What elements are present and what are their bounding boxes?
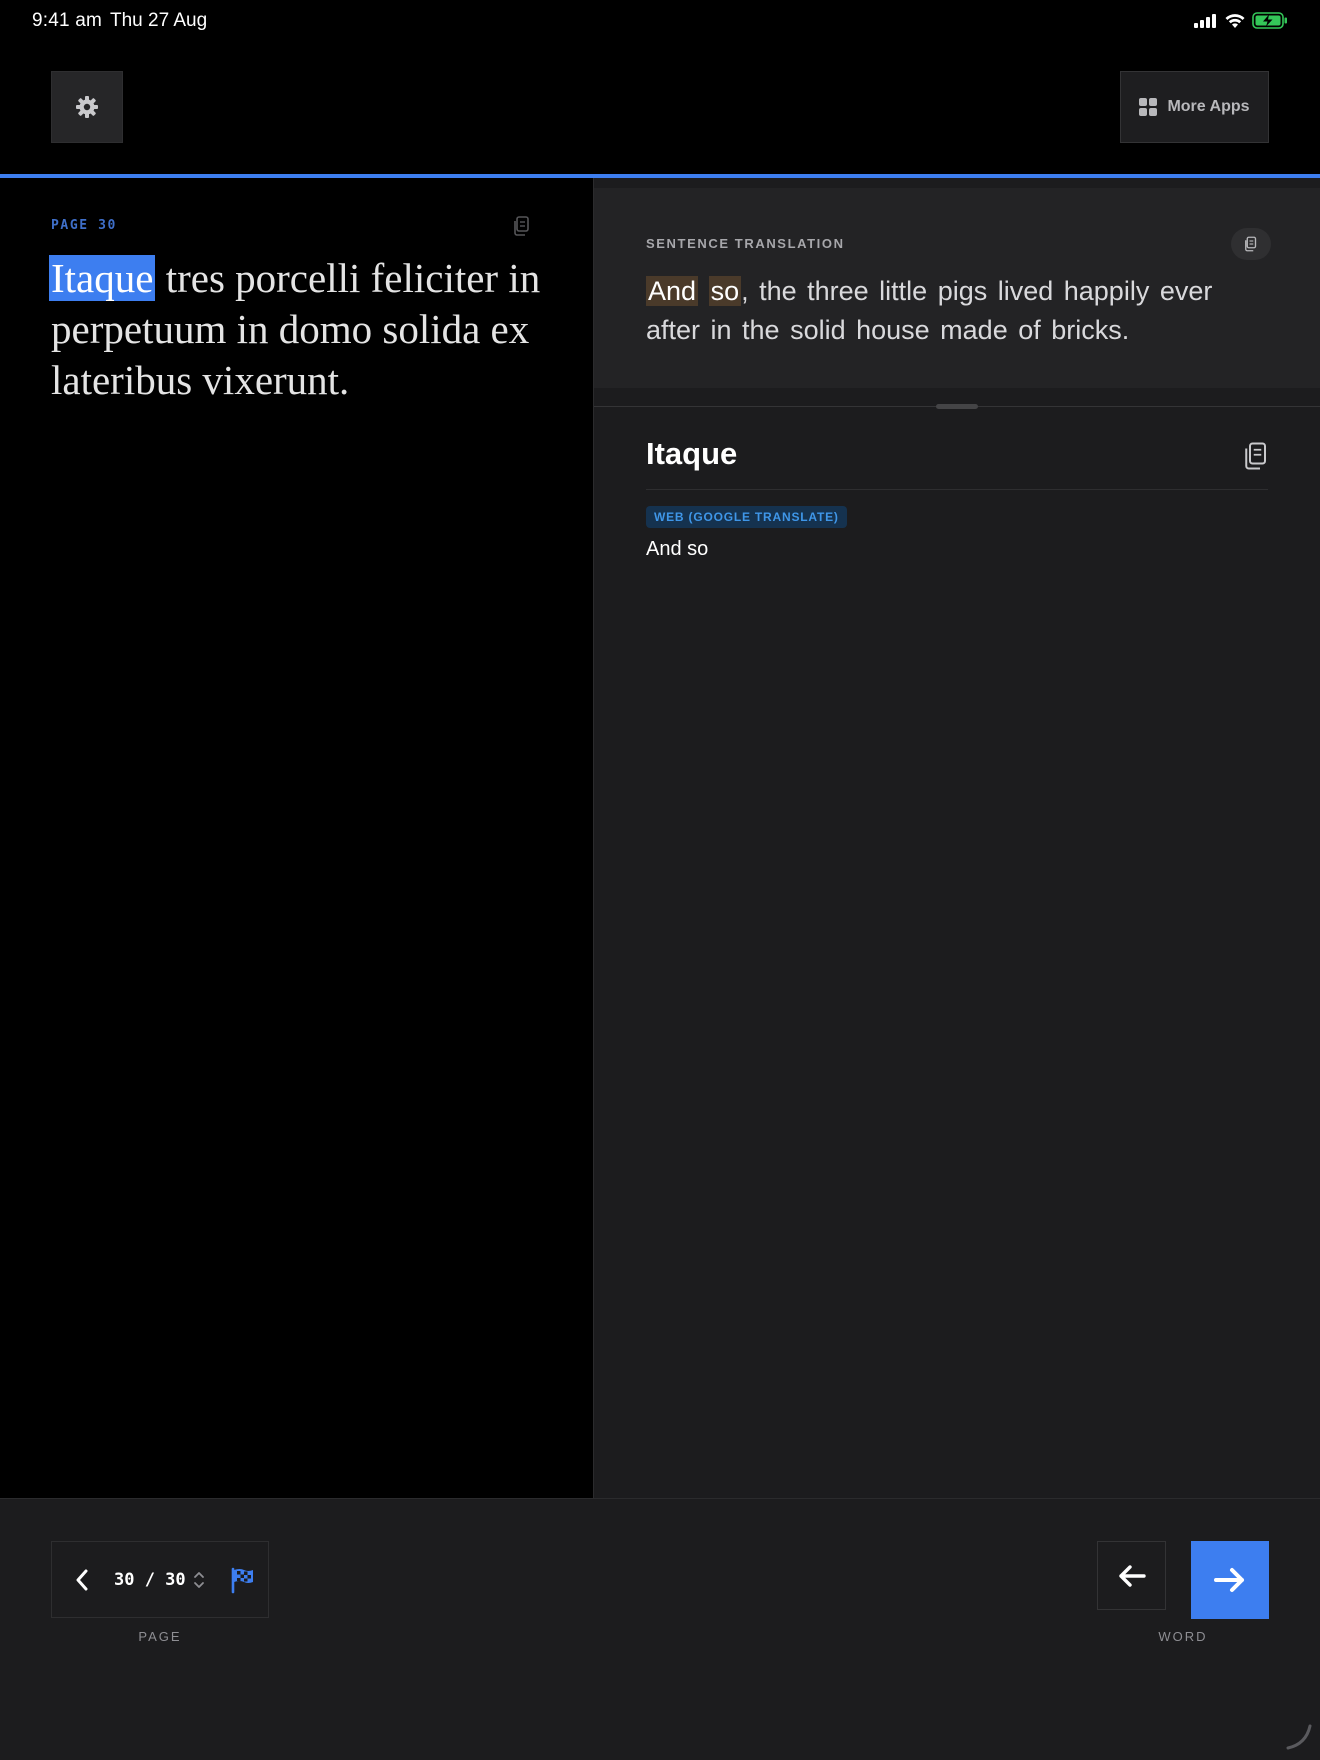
battery-charging-icon	[1252, 12, 1287, 29]
corner-indicator-icon	[1286, 1724, 1312, 1750]
bottom-bar: 30 / 30 PAGE WORD	[0, 1498, 1320, 1760]
settings-button[interactable]	[51, 71, 123, 143]
next-word-button[interactable]	[1191, 1541, 1269, 1619]
selected-word[interactable]: Itaque	[49, 255, 156, 301]
page-count[interactable]: 30 / 30	[114, 1570, 186, 1590]
chevron-left-icon	[76, 1569, 88, 1591]
grid-icon	[1139, 98, 1158, 116]
sentence-translation-text: And so, the three little pigs lived happ…	[646, 272, 1266, 350]
word-divider	[646, 489, 1268, 490]
word-meaning: And so	[646, 538, 709, 560]
more-apps-button[interactable]: More Apps	[1120, 71, 1269, 143]
highlighted-word: And	[646, 276, 699, 306]
sentence-translation-label: SENTENCE TRANSLATION	[646, 236, 845, 251]
gear-icon	[76, 96, 98, 118]
translation-pane: SENTENCE TRANSLATION And so, the three l…	[593, 178, 1320, 1498]
status-bar: 9:41 am Thu 27 Aug	[0, 0, 1320, 40]
top-toolbar: More Apps	[0, 40, 1320, 174]
status-time: 9:41 am	[32, 10, 103, 31]
sentence-copy-button[interactable]	[1231, 228, 1271, 260]
signal-icon	[1194, 13, 1216, 28]
source-pane: PAGE 30 Itaque tres porcelli feliciter i…	[0, 178, 593, 1498]
highlighted-word: so	[708, 276, 742, 306]
copy-icon[interactable]	[510, 214, 534, 238]
sentence-translation-panel: SENTENCE TRANSLATION And so, the three l…	[594, 188, 1320, 388]
more-apps-label: More Apps	[1167, 98, 1250, 115]
status-date: Thu 27 Aug	[110, 10, 208, 31]
arrow-right-icon	[1214, 1568, 1244, 1592]
previous-word-button[interactable]	[1097, 1541, 1166, 1610]
source-sentence[interactable]: Itaque tres porcelli feliciter in perpet…	[49, 253, 551, 406]
word-caption: WORD	[1158, 1629, 1208, 1644]
finish-flag-icon[interactable]	[228, 1566, 256, 1594]
copy-icon	[1245, 236, 1257, 252]
page-navigator: 30 / 30	[51, 1541, 269, 1618]
word-title: Itaque	[646, 436, 738, 471]
previous-page-button[interactable]	[68, 1564, 96, 1596]
page-caption: PAGE	[138, 1629, 182, 1644]
translation-source-badge: WEB (GOOGLE TRANSLATE)	[646, 506, 847, 528]
arrow-left-icon	[1118, 1564, 1146, 1587]
copy-icon[interactable]	[1240, 440, 1270, 472]
chevron-updown-icon[interactable]	[192, 1570, 206, 1590]
wifi-icon	[1225, 13, 1245, 28]
resize-handle[interactable]	[936, 404, 978, 409]
page-label: PAGE 30	[51, 218, 117, 233]
status-icons	[1194, 12, 1288, 29]
